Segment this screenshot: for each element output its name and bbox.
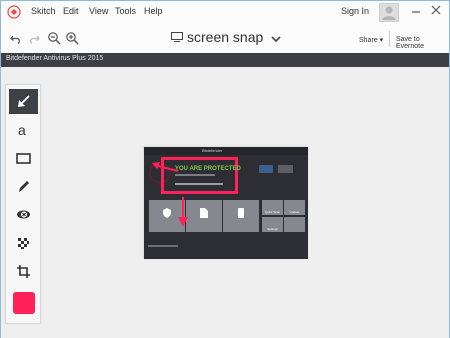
- zoom-in-icon[interactable]: [65, 31, 79, 45]
- settings-label: Settings: [267, 227, 278, 231]
- tool-palette: a: [5, 84, 41, 324]
- captured-title-text: Bitdefender: [202, 148, 223, 153]
- quick-scan-label: Quick Scan: [264, 210, 281, 214]
- settings-tile: Settings: [262, 217, 283, 232]
- svg-text:a: a: [18, 122, 26, 137]
- captured-title-bar: Bitdefender: [144, 147, 308, 155]
- minimize-icon: [412, 11, 420, 13]
- captured-image[interactable]: Bitdefender YOU ARE PROTECTED Quick Scan…: [143, 146, 308, 259]
- menu-edit[interactable]: Edit: [63, 6, 79, 16]
- share-button[interactable]: Share ▾: [359, 36, 383, 44]
- top-toolbar: screen snap Share ▾ Save to Evernote: [1, 23, 449, 53]
- captured-app-window: Bitdefender YOU ARE PROTECTED Quick Scan…: [144, 147, 308, 259]
- avatar[interactable]: [379, 3, 399, 22]
- document-icon: [200, 208, 208, 218]
- extra-tile: [284, 217, 305, 232]
- close-icon: [431, 5, 441, 15]
- pixelate-tool[interactable]: [9, 231, 38, 256]
- rectangle-icon: [16, 153, 31, 164]
- down-arrow-annotation-icon: [178, 197, 188, 227]
- sign-in-link[interactable]: Sign In: [341, 6, 369, 16]
- menu-help[interactable]: Help: [144, 6, 163, 16]
- stamp-icon: [17, 210, 30, 219]
- captured-window-bar: Bitdefender Antivirus Plus 2015: [1, 53, 449, 67]
- toolbar-divider: [389, 31, 390, 47]
- close-button[interactable]: [429, 3, 443, 17]
- screen-snap-icon: [171, 32, 183, 42]
- redo-icon[interactable]: [27, 31, 41, 45]
- crop-tool[interactable]: [9, 259, 38, 284]
- chevron-down-icon[interactable]: [269, 32, 283, 46]
- device-icon: [238, 208, 244, 218]
- footer-links-line: [148, 245, 178, 247]
- pixelate-icon: [18, 238, 29, 249]
- undo-icon[interactable]: [9, 31, 23, 45]
- protected-status-text: YOU ARE PROTECTED: [175, 166, 241, 172]
- quick-scan-tile: Quick Scan: [262, 200, 283, 215]
- zoom-out-icon[interactable]: [47, 31, 61, 45]
- menu-tools[interactable]: Tools: [115, 6, 136, 16]
- document-title[interactable]: screen snap: [187, 29, 263, 45]
- save-to-evernote-button[interactable]: Save to Evernote: [396, 36, 449, 50]
- user-silhouette-icon: [382, 6, 396, 20]
- status-links-line: [175, 183, 223, 185]
- crop-icon: [17, 265, 30, 278]
- update-label: Update: [289, 210, 300, 214]
- marker-tool[interactable]: [9, 174, 38, 199]
- color-picker-swatch[interactable]: [13, 292, 35, 314]
- skitch-window: Skitch Edit View Tools Help Sign In scre…: [0, 0, 450, 338]
- text-icon: a: [18, 122, 26, 137]
- shield-icon: [163, 208, 171, 218]
- tile-3: [223, 200, 259, 232]
- stamp-tool[interactable]: [9, 202, 38, 227]
- tile-2: [186, 200, 222, 232]
- captured-window-title: Bitdefender Antivirus Plus 2015: [6, 55, 104, 62]
- skitch-logo-icon: [7, 5, 21, 19]
- arrow-icon: [18, 95, 30, 107]
- text-tool[interactable]: a: [9, 117, 38, 142]
- annotation-arrow-icon: [152, 162, 179, 172]
- profile-selector: [278, 165, 293, 173]
- marker-icon: [19, 181, 29, 192]
- rectangle-tool[interactable]: [9, 146, 38, 171]
- menu-bar: Skitch Edit View Tools Help Sign In: [1, 1, 449, 23]
- autopilot-toggle: [259, 165, 273, 173]
- minimize-button[interactable]: [409, 3, 423, 17]
- menu-skitch[interactable]: Skitch: [31, 6, 56, 16]
- update-tile: Update: [284, 200, 305, 215]
- arrow-tool[interactable]: [9, 89, 38, 114]
- menu-view[interactable]: View: [89, 6, 108, 16]
